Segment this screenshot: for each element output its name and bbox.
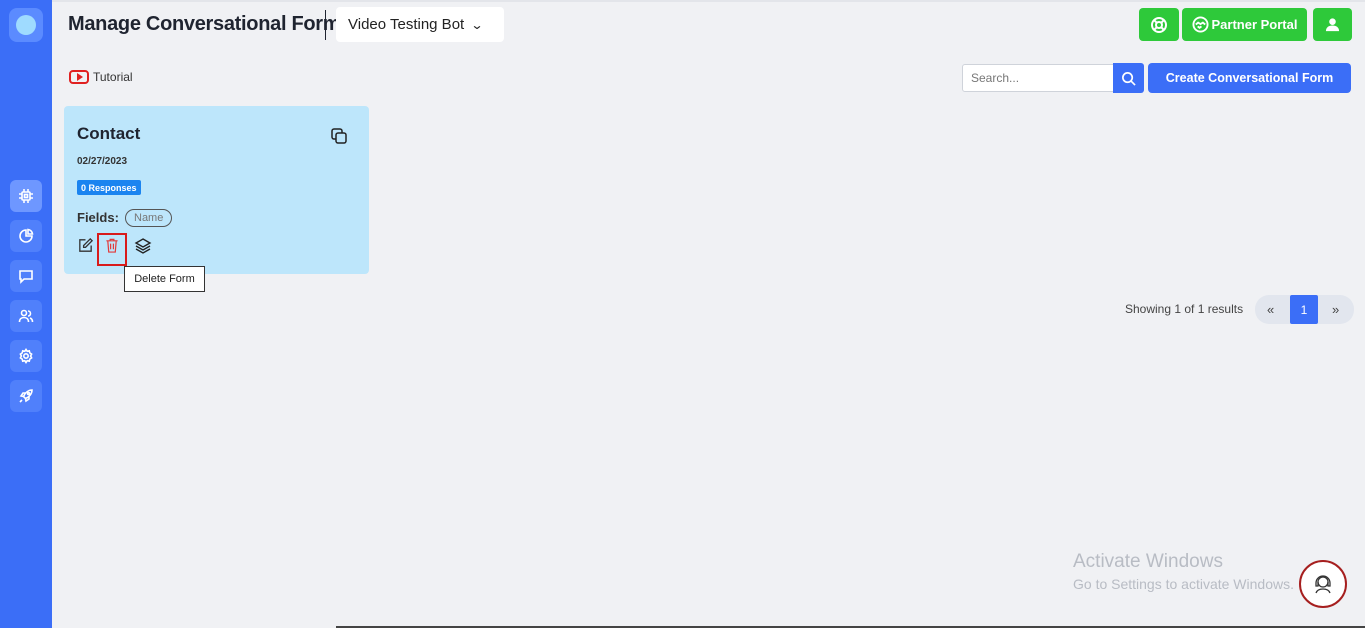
layers-icon[interactable] (134, 237, 152, 255)
pagination-current-page[interactable]: 1 (1290, 295, 1318, 324)
edit-icon[interactable] (77, 237, 94, 254)
support-agent-icon (1315, 575, 1331, 594)
sidebar-item-forms[interactable] (10, 180, 42, 212)
sidebar-item-settings[interactable] (10, 340, 42, 372)
lifebuoy-icon (1151, 16, 1167, 33)
live-support-bubble[interactable] (1299, 560, 1347, 608)
partner-portal-label: Partner Portal (1211, 17, 1298, 32)
chat-bubble-logo-icon (16, 15, 36, 35)
tutorial-label: Tutorial (93, 70, 133, 84)
results-summary: Showing 1 of 1 results (1125, 302, 1244, 316)
chip-icon (19, 189, 33, 203)
tutorial-link[interactable]: Tutorial (69, 70, 133, 84)
fields-label: Fields: (77, 210, 119, 225)
pagination-next[interactable]: » (1332, 302, 1339, 317)
field-chip: Name (125, 209, 173, 227)
bot-selector[interactable]: Video Testing Bot ⌄ (336, 7, 504, 42)
settings-icon (19, 348, 33, 364)
sidebar-item-analytics[interactable] (10, 220, 42, 252)
form-date: 02/27/2023 (77, 156, 128, 167)
copy-icon[interactable] (330, 127, 348, 145)
page-title: Manage Conversational Forms (68, 13, 352, 35)
sidebar-item-users[interactable] (10, 300, 42, 332)
support-button[interactable] (1139, 8, 1179, 41)
trash-icon (106, 238, 118, 253)
search-button[interactable] (1113, 63, 1144, 93)
top-border (52, 0, 1365, 2)
rocket-icon (19, 389, 33, 403)
handshake-icon (1191, 16, 1209, 33)
app-logo[interactable] (9, 8, 43, 42)
delete-form-tooltip: Delete Form (124, 266, 205, 292)
windows-activation-watermark: Activate Windows Go to Settings to activ… (1073, 551, 1294, 592)
form-title: Contact (77, 124, 141, 143)
sidebar (0, 0, 52, 628)
responses-badge[interactable]: 0 Responses (77, 180, 141, 195)
search-input[interactable] (962, 64, 1114, 92)
users-icon (18, 309, 34, 323)
watermark-subtitle: Go to Settings to activate Windows. (1073, 576, 1294, 592)
form-card: Contact 02/27/2023 0 Responses Fields: N… (64, 106, 369, 274)
chevron-down-icon: ⌄ (470, 17, 484, 32)
create-form-button[interactable]: Create Conversational Form (1148, 63, 1351, 93)
delete-form-button[interactable] (97, 233, 127, 266)
pagination-prev[interactable]: « (1267, 302, 1274, 317)
search-icon (1122, 71, 1136, 86)
title-divider (325, 10, 326, 40)
profile-button[interactable] (1313, 8, 1352, 41)
pie-chart-icon (19, 228, 34, 243)
bot-selector-value: Video Testing Bot (348, 16, 465, 33)
chat-icon (19, 270, 33, 284)
sidebar-item-chats[interactable] (10, 260, 42, 292)
sidebar-item-launch[interactable] (10, 380, 42, 412)
user-icon (1325, 18, 1340, 32)
youtube-icon (69, 70, 89, 84)
watermark-title: Activate Windows (1073, 551, 1223, 572)
partner-portal-button[interactable]: Partner Portal (1182, 8, 1307, 41)
pagination: « 1 » (1255, 295, 1354, 324)
